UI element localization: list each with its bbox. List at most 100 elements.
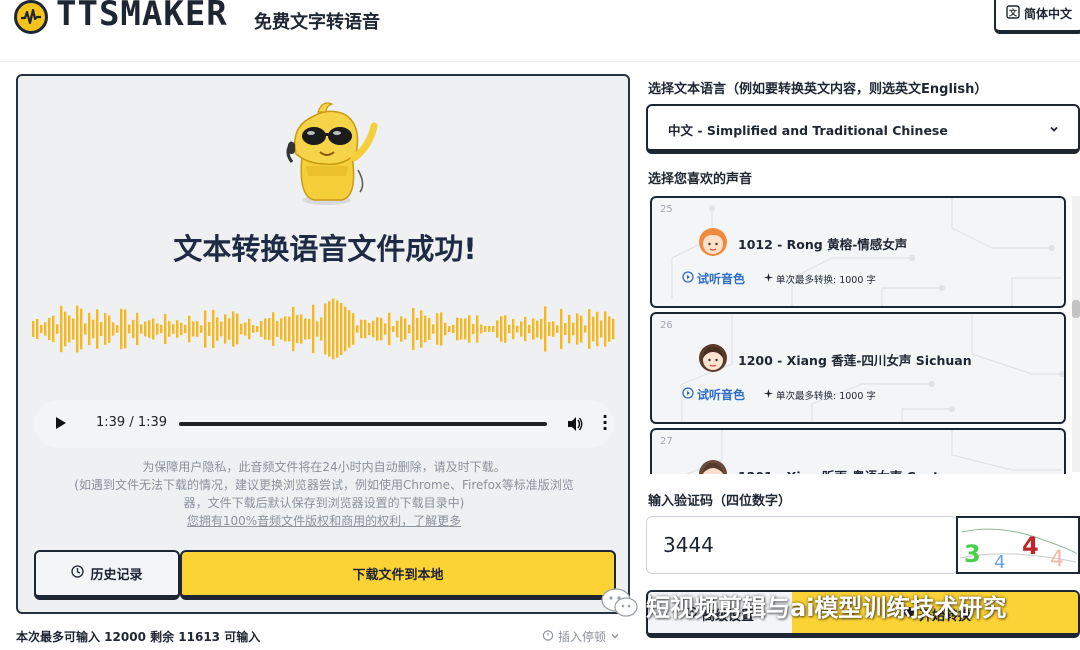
waveform-bar xyxy=(380,317,383,341)
volume-icon[interactable] xyxy=(567,416,583,436)
waveform-bar xyxy=(128,324,131,334)
waveform-bar xyxy=(200,325,203,333)
waveform-bar xyxy=(140,324,143,334)
captcha-input[interactable] xyxy=(646,516,958,574)
top-header: TTSMAKER 免费文字转语音 文 简体中文 xyxy=(0,0,1080,62)
waveform-bar xyxy=(588,309,591,349)
voice-list: 25 1012 - Rong 黄榕-情感女声 试听音色 单次最多转换: 1000… xyxy=(646,192,1070,474)
voice-avatar-icon xyxy=(699,344,727,372)
waveform-bar xyxy=(132,319,135,339)
waveform-bar xyxy=(180,322,183,336)
waveform-bar xyxy=(272,312,275,346)
audio-player[interactable]: 1:39 / 1:39 · · · xyxy=(34,400,614,448)
waveform-bar xyxy=(144,321,147,337)
audio-progress-bar[interactable] xyxy=(179,422,547,426)
char-count: 本次最多可输入 12000 剩余 11613 可输入 xyxy=(16,630,261,644)
more-options-icon[interactable]: · · · xyxy=(602,409,608,437)
privacy-line: 器，文件下载后默认保存到浏览器设置的下载目录中) xyxy=(183,496,465,510)
waveform-bar xyxy=(244,322,247,336)
waveform-bar xyxy=(112,322,115,336)
insert-pause-button[interactable]: 插入停顿 xyxy=(542,628,620,645)
timer-icon xyxy=(542,629,554,644)
waveform-bar xyxy=(308,318,311,340)
waveform-bar xyxy=(512,318,515,340)
waveform-bar xyxy=(268,318,271,340)
waveform-bar xyxy=(596,311,599,347)
logo-icon[interactable] xyxy=(14,0,48,34)
waveform-bar xyxy=(492,326,495,332)
voice-label: 选择您喜欢的声音 xyxy=(648,172,753,187)
waveform-bar xyxy=(220,321,223,337)
play-icon[interactable] xyxy=(56,417,66,429)
audio-waveform xyxy=(32,298,615,360)
voice-card[interactable]: 26 1200 - Xiang 香莲-四川女声 Sichuan 试听音色 单次最… xyxy=(650,312,1066,424)
waveform-bar xyxy=(396,320,399,338)
waveform-bar xyxy=(528,324,531,334)
waveform-bar xyxy=(156,323,159,335)
mascot-illustration xyxy=(286,102,378,205)
waveform-bar xyxy=(424,315,427,343)
voice-name: 1012 - Rong 黄榕-情感女声 xyxy=(738,237,908,252)
waveform-bar xyxy=(56,324,59,334)
waveform-bar xyxy=(584,325,587,333)
audio-time: 1:39 / 1:39 xyxy=(96,415,168,430)
waveform-bar xyxy=(440,312,443,346)
voice-card[interactable]: 27 1201 - Xiyu 昕雨-粤语女声 Cantonese xyxy=(650,428,1066,474)
captcha-digit: 4 xyxy=(994,552,1005,572)
waveform-bar xyxy=(88,312,91,346)
listen-label: 试听音色 xyxy=(697,388,746,402)
waveform-bar xyxy=(368,322,371,336)
waveform-bar xyxy=(516,325,519,333)
voice-list-scroll-thumb[interactable] xyxy=(1072,300,1080,318)
waveform-bar xyxy=(508,324,511,334)
watermark: 短视频剪辑与ai模型训练技术研究 xyxy=(600,586,1006,624)
privacy-line: 为保障用户隐私，此音频文件将在24小时内自动删除，请及时下载。 xyxy=(142,460,506,474)
download-button[interactable]: 下载文件到本地 xyxy=(180,550,616,600)
svg-text:文: 文 xyxy=(1009,7,1018,17)
brand-logo-text[interactable]: TTSMAKER xyxy=(56,0,228,34)
listen-button[interactable]: 试听音色 xyxy=(682,386,745,403)
waveform-bar xyxy=(608,316,611,342)
waveform-bar xyxy=(432,324,435,334)
success-title: 文本转换语音文件成功! xyxy=(173,232,477,266)
waveform-bar xyxy=(500,316,503,342)
waveform-bar xyxy=(344,306,347,352)
waveform-bar xyxy=(316,321,319,337)
voice-index: 25 xyxy=(660,204,673,215)
voice-index: 26 xyxy=(660,320,673,331)
language-select[interactable]: 中文 - Simplified and Traditional Chinese xyxy=(646,104,1080,154)
waveform-bar xyxy=(448,326,451,332)
waveform-bar xyxy=(100,321,103,337)
captcha-digit: 3 xyxy=(964,540,981,568)
waveform-bar xyxy=(296,314,299,344)
waveform-bar xyxy=(472,323,475,335)
waveform-bar xyxy=(436,313,439,345)
waveform-bar xyxy=(560,308,563,350)
voice-avatar-icon xyxy=(699,228,727,256)
waveform-bar xyxy=(460,318,463,340)
result-panel: 文本转换语音文件成功! 1:39 / 1:39 · · · 为保障用户隐私，此音频文… xyxy=(16,74,630,614)
captcha-image[interactable]: 3 4 4 4 xyxy=(956,516,1080,574)
waveform-bar xyxy=(468,315,471,343)
voice-card[interactable]: 25 1012 - Rong 黄榕-情感女声 试听音色 单次最多转换: 1000… xyxy=(650,196,1066,308)
voice-list-scrollbar[interactable] xyxy=(1072,196,1080,472)
listen-button[interactable]: 试听音色 xyxy=(682,270,745,287)
rights-link[interactable]: 您拥有100%音频文件版权和商用的权利，了解更多 xyxy=(44,512,604,530)
language-switch-label: 简体中文 xyxy=(1023,6,1072,21)
waveform-bar xyxy=(540,318,543,340)
voice-limit: 单次最多转换: 1000 字 xyxy=(764,272,876,286)
waveform-bar xyxy=(576,313,579,345)
waveform-bar xyxy=(544,306,547,352)
language-switch-button[interactable]: 文 简体中文 xyxy=(994,0,1080,34)
waveform-bar xyxy=(252,325,255,333)
waveform-bar xyxy=(216,317,219,341)
waveform-bar xyxy=(484,326,487,332)
waveform-bar xyxy=(80,308,83,350)
waveform-bar xyxy=(40,324,43,334)
history-button[interactable]: 历史记录 xyxy=(34,550,180,600)
waveform-bar xyxy=(124,309,127,349)
captcha-digit: 4 xyxy=(1022,532,1039,560)
waveform-bar xyxy=(408,324,411,334)
waveform-bar xyxy=(172,324,175,334)
insert-pause-label: 插入停顿 xyxy=(558,630,607,644)
